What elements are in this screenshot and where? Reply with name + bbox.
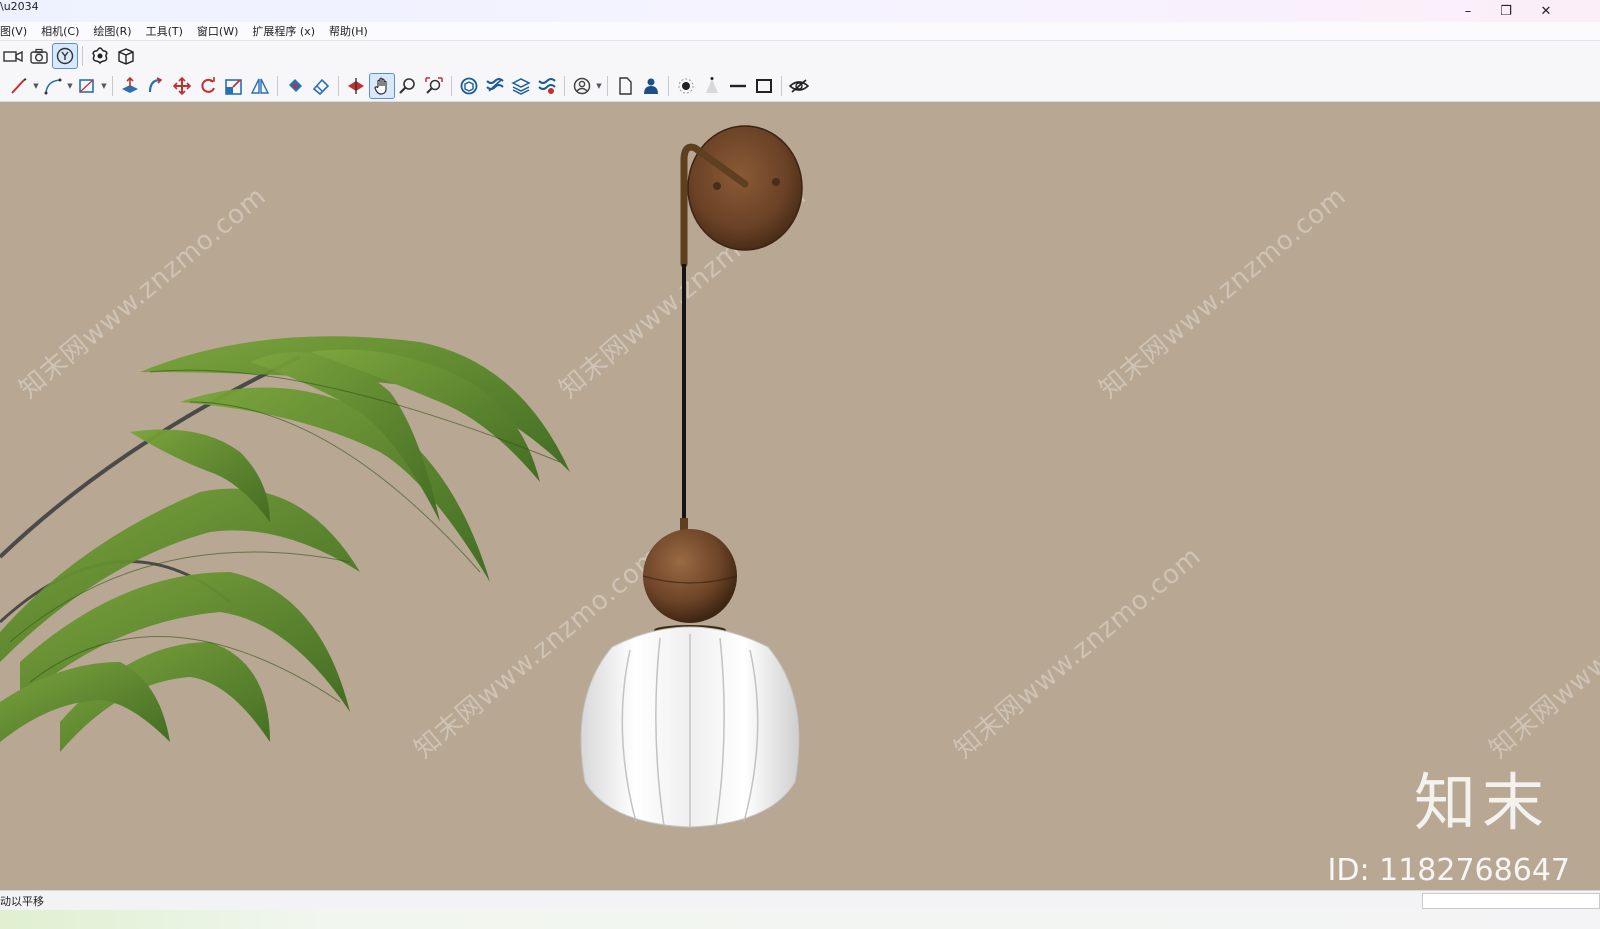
menu-tools[interactable]: 工具(T) <box>138 23 189 39</box>
menu-help[interactable]: 帮助(H) <box>321 23 374 39</box>
restore-button[interactable]: ❐ <box>1486 0 1526 22</box>
arc-icon[interactable] <box>40 73 66 99</box>
person-icon[interactable] <box>638 73 664 99</box>
follow-me-icon[interactable] <box>143 73 169 99</box>
zoom-icon[interactable] <box>395 73 421 99</box>
toolbar-separator <box>781 75 782 96</box>
pan-icon[interactable] <box>369 72 395 99</box>
toolbar-separator <box>607 75 608 96</box>
zoom-extents-icon[interactable] <box>421 73 447 99</box>
scene-drawing <box>0 125 803 828</box>
rectangle-dropdown-icon[interactable]: ▼ <box>100 73 108 99</box>
menu-camera[interactable]: 相机(C) <box>33 23 85 39</box>
measurements-box[interactable] <box>1422 893 1600 909</box>
cone-icon[interactable] <box>699 73 725 99</box>
user-circle-icon[interactable] <box>569 73 595 99</box>
stack-icon[interactable] <box>508 73 534 99</box>
close-button[interactable]: ✕ <box>1526 0 1566 22</box>
model-viewport[interactable]: 知末网www.znzmo.com 知末网www.znzmo.com 知末网www… <box>0 102 1600 890</box>
walk-orbit-icon[interactable] <box>52 42 78 69</box>
menu-draw[interactable]: 绘图(R) <box>85 23 137 39</box>
line-icon[interactable] <box>725 73 751 99</box>
wall-lamp <box>580 125 803 828</box>
page-icon[interactable] <box>612 73 638 99</box>
toolbar-separator <box>277 75 278 96</box>
camera-toolbar <box>0 40 1600 70</box>
drawing-toolbar: ▼ ▼ ▼ ▼ <box>0 70 1600 102</box>
rotate-icon[interactable] <box>195 73 221 99</box>
menu-view[interactable]: 图(V) <box>0 23 33 39</box>
bottom-strip <box>0 910 1600 929</box>
square-icon[interactable] <box>751 73 777 99</box>
mirror-icon[interactable] <box>247 73 273 99</box>
tags-icon[interactable] <box>534 73 560 99</box>
dot-icon[interactable] <box>673 73 699 99</box>
rectangle-icon[interactable] <box>74 73 100 99</box>
cube-box-icon[interactable] <box>113 43 139 69</box>
video-camera-icon[interactable] <box>0 43 26 69</box>
user-dropdown-icon[interactable]: ▼ <box>595 73 603 99</box>
pencil-icon[interactable] <box>6 73 32 99</box>
model-id-label: ID: 1182768647 <box>1327 853 1570 888</box>
plant-fronds <box>0 336 570 752</box>
toolbar-separator <box>112 75 113 96</box>
layers-icon[interactable] <box>482 73 508 99</box>
minimize-button[interactable]: – <box>1448 0 1488 22</box>
pencil-dropdown-icon[interactable]: ▼ <box>32 73 40 99</box>
section-plane-icon[interactable] <box>343 73 369 99</box>
menu-extensions[interactable]: 扩展程序 (x) <box>244 23 321 39</box>
toolbar-separator <box>82 45 83 66</box>
toolbar-separator <box>451 75 452 96</box>
toolbar-separator <box>668 75 669 96</box>
paint-bucket-icon[interactable] <box>282 73 308 99</box>
toolbar-separator <box>564 75 565 96</box>
gear-flower-icon[interactable] <box>87 43 113 69</box>
arc-dropdown-icon[interactable]: ▼ <box>66 73 74 99</box>
status-hint-text: 动以平移 <box>0 894 44 908</box>
toolbar-separator <box>338 75 339 96</box>
component-icon[interactable] <box>456 73 482 99</box>
scale-icon[interactable] <box>221 73 247 99</box>
status-bar: 动以平移 <box>0 890 1600 910</box>
move-icon[interactable] <box>169 73 195 99</box>
brand-watermark: 知末 <box>1413 766 1550 839</box>
menu-bar: 图(V) 相机(C) 绘图(R) 工具(T) 窗口(W) 扩展程序 (x) 帮助… <box>0 22 1600 40</box>
push-pull-icon[interactable] <box>117 73 143 99</box>
menu-window[interactable]: 窗口(W) <box>189 23 244 39</box>
photo-camera-icon[interactable] <box>26 43 52 69</box>
eraser-icon[interactable] <box>308 73 334 99</box>
title-bar: \u2034 – ❐ ✕ <box>0 0 1600 22</box>
eye-hidden-icon[interactable] <box>786 73 812 99</box>
app-title-mark: \u2034 <box>0 0 39 13</box>
